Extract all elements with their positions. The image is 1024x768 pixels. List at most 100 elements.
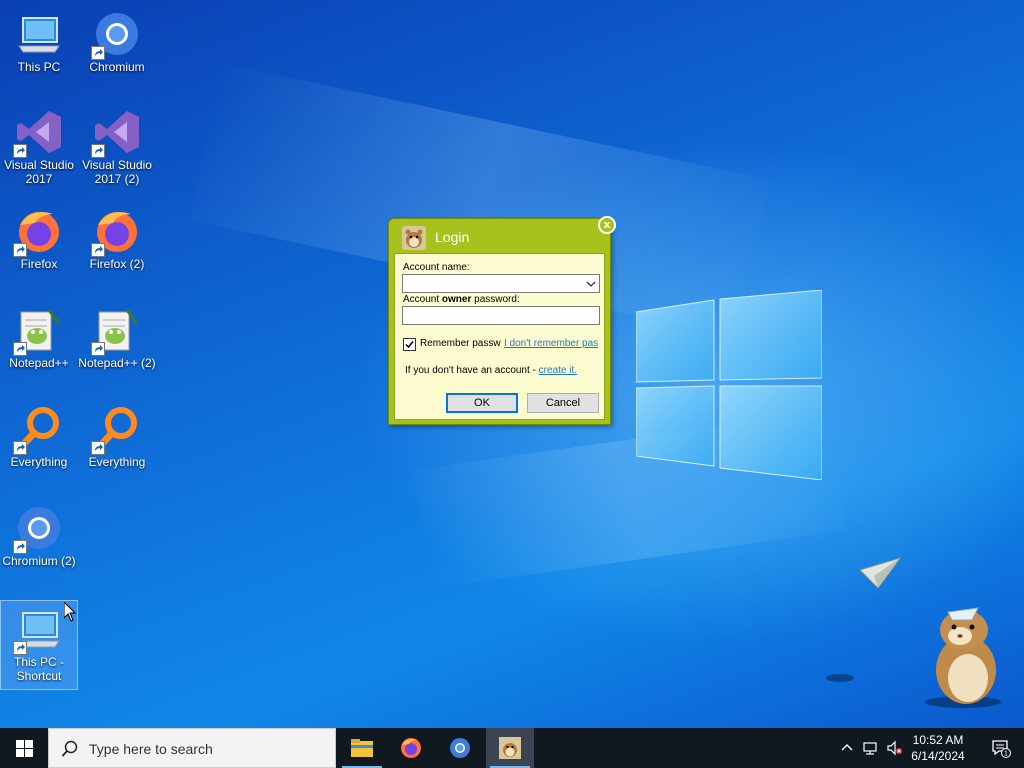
taskbar-search-box[interactable]: Type here to search bbox=[48, 728, 336, 768]
shortcut-arrow-icon bbox=[13, 342, 27, 356]
shortcut-arrow-icon bbox=[91, 144, 105, 158]
desktop-icon-label: Notepad++ bbox=[9, 356, 69, 370]
desktop-icon-label: Firefox bbox=[20, 257, 58, 271]
firefox-icon bbox=[401, 738, 421, 758]
chevron-up-icon bbox=[841, 744, 853, 751]
network-icon bbox=[863, 742, 877, 755]
login-title: Login bbox=[435, 229, 470, 245]
mouse-cursor bbox=[63, 600, 77, 622]
shortcut-arrow-icon bbox=[13, 243, 27, 257]
ok-button[interactable]: OK bbox=[446, 393, 518, 413]
shortcut-arrow-icon bbox=[91, 342, 105, 356]
network-button[interactable] bbox=[860, 728, 880, 768]
start-button[interactable] bbox=[0, 728, 48, 768]
desktop-icon-label: Everything bbox=[88, 455, 146, 469]
shortcut-arrow-icon bbox=[13, 144, 27, 158]
notification-icon: 1 bbox=[992, 740, 1011, 758]
shortcut-arrow-icon bbox=[13, 540, 27, 554]
desktop-icon-label: This PC - Shortcut bbox=[13, 655, 64, 683]
windows-logo-wallpaper bbox=[635, 289, 823, 481]
no-account-text: If you don't have an account - create it… bbox=[405, 365, 577, 376]
desktop-icon-firefox[interactable]: Firefox bbox=[0, 203, 78, 293]
desktop-icon-label: Everything bbox=[10, 455, 68, 469]
taskbar-file-explorer[interactable] bbox=[338, 728, 386, 768]
visual-studio-icon bbox=[91, 108, 141, 158]
shadow-decoration bbox=[824, 670, 856, 684]
hamster-app-icon bbox=[401, 225, 427, 251]
shortcut-arrow-icon bbox=[13, 641, 27, 655]
desktop-icon-everything[interactable]: Everything bbox=[0, 401, 78, 491]
show-hidden-icons-button[interactable] bbox=[838, 728, 856, 768]
taskbar-hamster-app[interactable] bbox=[486, 728, 534, 768]
desktop-icon-notepad-2[interactable]: Notepad++ (2) bbox=[78, 302, 156, 392]
shortcut-arrow-icon bbox=[91, 46, 105, 60]
password-label: Account owner password: bbox=[403, 294, 520, 305]
account-name-combobox[interactable] bbox=[402, 274, 600, 296]
clock-date: 6/14/2024 bbox=[911, 749, 965, 763]
password-input[interactable] bbox=[403, 310, 599, 328]
clock-time: 10:52 AM bbox=[912, 733, 964, 747]
chromium-icon bbox=[91, 10, 141, 60]
password-field[interactable] bbox=[402, 306, 600, 328]
desktop-icon-visual-studio-2017-2[interactable]: Visual Studio 2017 (2) bbox=[78, 104, 156, 194]
desktop-icon-chromium-2[interactable]: Chromium (2) bbox=[0, 500, 78, 590]
remember-password-checkbox[interactable] bbox=[403, 338, 416, 351]
password-label-suffix: password: bbox=[471, 294, 520, 305]
create-account-link[interactable]: create it. bbox=[539, 365, 577, 376]
desktop-icon-label: Firefox (2) bbox=[89, 257, 145, 271]
no-account-label: If you don't have an account - bbox=[405, 365, 539, 376]
password-label-prefix: Account bbox=[403, 294, 442, 305]
search-icon bbox=[61, 740, 78, 757]
action-center-button[interactable]: 1 bbox=[978, 728, 1024, 768]
chromium-icon bbox=[450, 738, 470, 758]
notepadpp-icon bbox=[91, 306, 141, 356]
taskbar-firefox[interactable] bbox=[387, 728, 435, 768]
everything-icon bbox=[13, 405, 63, 455]
taskbar: Type here to search 10:52 AM 6/14/2024 1 bbox=[0, 728, 1024, 768]
remember-password-label[interactable]: Remember passw bbox=[420, 338, 501, 349]
chromium-icon bbox=[13, 504, 63, 554]
firefox-icon bbox=[91, 207, 141, 257]
shortcut-arrow-icon bbox=[91, 243, 105, 257]
notepadpp-icon bbox=[13, 306, 63, 356]
taskbar-clock[interactable]: 10:52 AM 6/14/2024 bbox=[898, 732, 978, 764]
desktop-icon-firefox-2[interactable]: Firefox (2) bbox=[78, 203, 156, 293]
hamster-app-icon bbox=[499, 737, 521, 759]
notification-count: 1 bbox=[1004, 751, 1008, 758]
shortcut-arrow-icon bbox=[91, 441, 105, 455]
cancel-button[interactable]: Cancel bbox=[527, 393, 599, 413]
visual-studio-icon bbox=[13, 108, 63, 158]
desktop-icon-this-pc[interactable]: This PC bbox=[0, 6, 78, 96]
taskbar-chromium[interactable] bbox=[436, 728, 484, 768]
file-explorer-icon bbox=[351, 739, 373, 757]
search-placeholder: Type here to search bbox=[89, 741, 213, 757]
computer-icon bbox=[13, 605, 63, 655]
desktop-icon-label: Notepad++ (2) bbox=[78, 356, 156, 370]
checkmark-icon bbox=[405, 341, 414, 349]
account-name-label: Account name: bbox=[403, 262, 470, 273]
login-dialog: Login x Account name: Account owner pass… bbox=[388, 216, 616, 425]
password-label-bold: owner bbox=[441, 294, 472, 305]
desktop-icon-notepad[interactable]: Notepad++ bbox=[0, 302, 78, 392]
computer-icon bbox=[15, 10, 63, 58]
desktop-icon-label: Chromium (2) bbox=[2, 554, 76, 568]
desktop-icon-label: Chromium bbox=[89, 60, 145, 74]
firefox-icon bbox=[13, 207, 63, 257]
login-form: Account name: Account owner password: Re… bbox=[394, 253, 605, 420]
hamster-mascot[interactable] bbox=[918, 600, 1008, 710]
desktop-icon-label: Visual Studio 2017 (2) bbox=[82, 158, 152, 186]
everything-icon bbox=[91, 405, 141, 455]
desktop-icon-label: Visual Studio 2017 bbox=[4, 158, 74, 186]
paper-plane-decoration bbox=[858, 556, 902, 590]
desktop-icon-label: This PC bbox=[17, 60, 61, 74]
shortcut-arrow-icon bbox=[13, 441, 27, 455]
desktop-icon-everything[interactable]: Everything bbox=[78, 401, 156, 491]
forgot-password-link[interactable]: I don't remember pas bbox=[504, 338, 601, 349]
chevron-down-icon[interactable] bbox=[585, 278, 597, 290]
account-name-input[interactable] bbox=[403, 278, 599, 296]
close-button[interactable]: x bbox=[598, 216, 616, 234]
desktop-icon-visual-studio-2017[interactable]: Visual Studio 2017 bbox=[0, 104, 78, 194]
desktop-icon-chromium[interactable]: Chromium bbox=[78, 6, 156, 96]
windows-logo-icon bbox=[16, 740, 33, 757]
login-titlebar[interactable]: Login bbox=[389, 219, 610, 253]
